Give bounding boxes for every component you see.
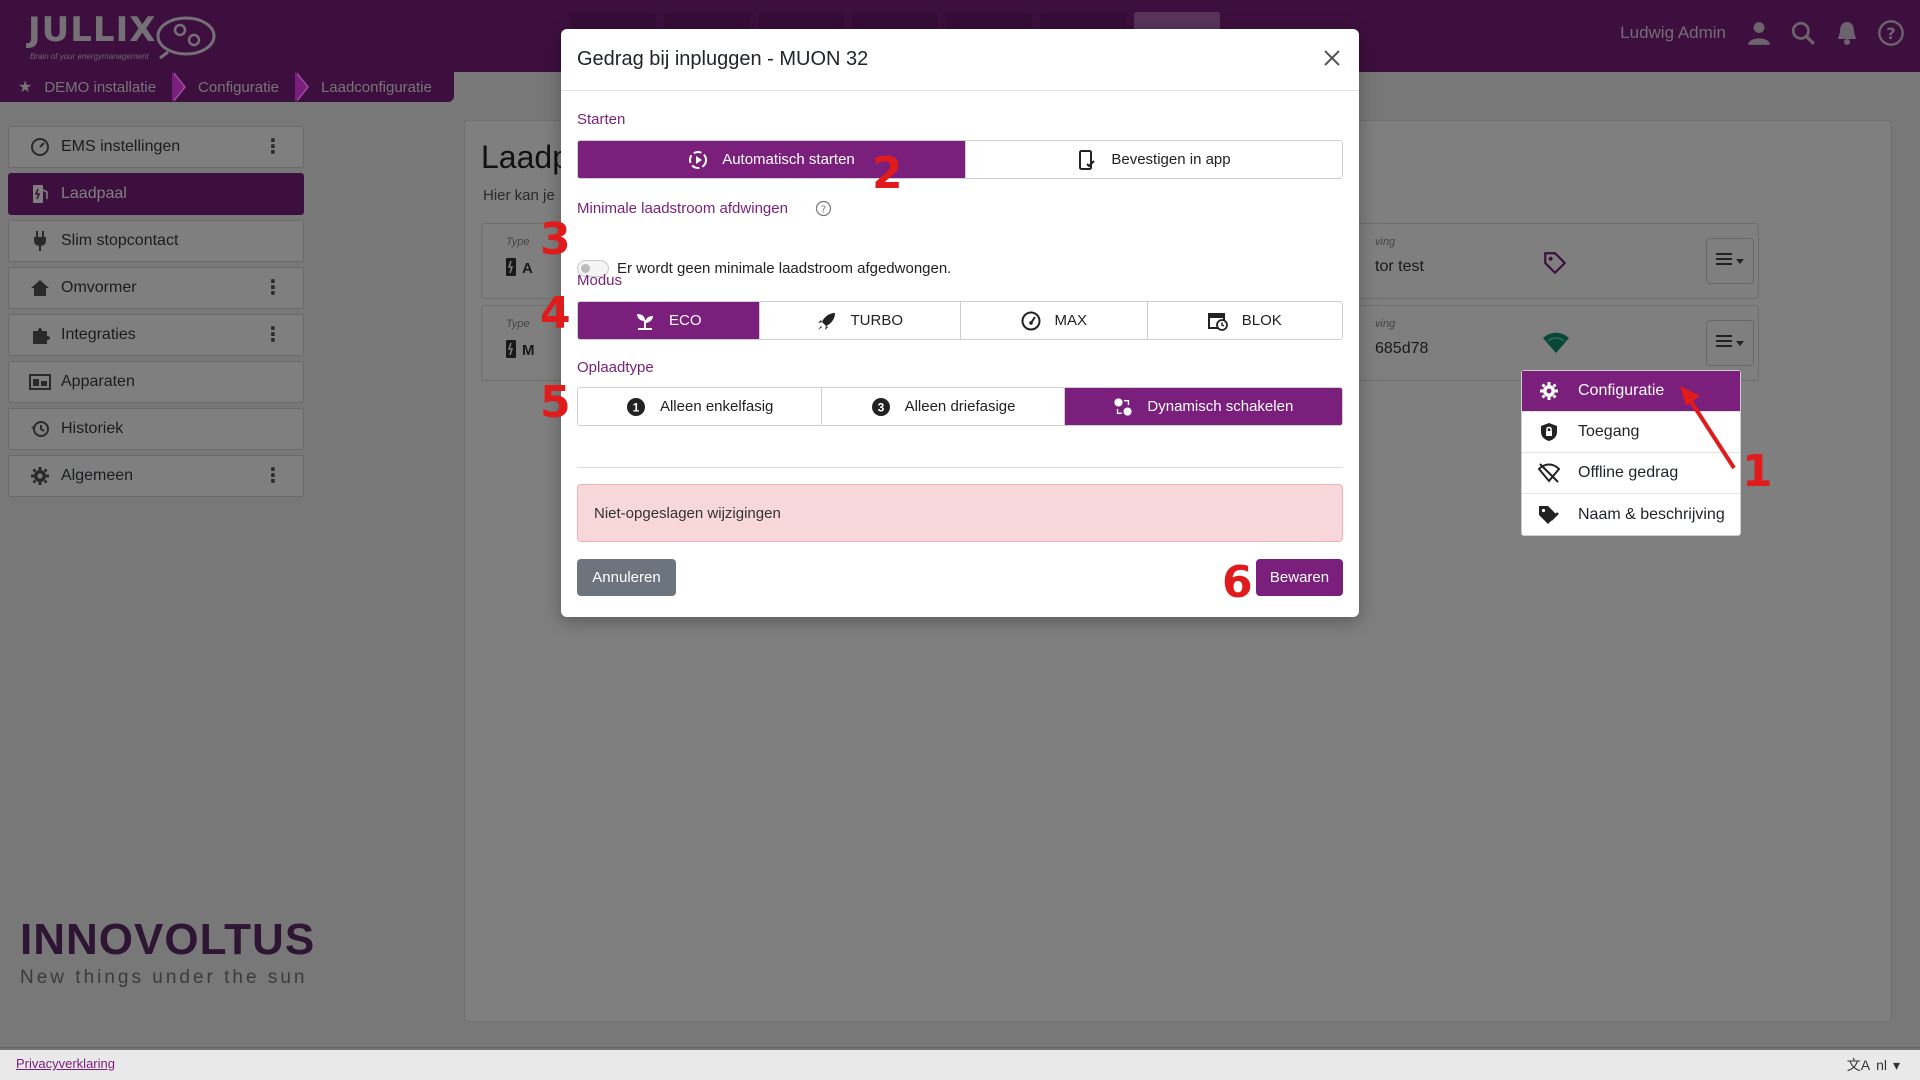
option-label: Automatisch starten <box>722 151 855 168</box>
number-1-badge-icon: 1 <box>626 397 646 417</box>
section-label-starten: Starten <box>577 111 626 128</box>
option-turbo[interactable]: TURBO <box>759 302 961 339</box>
help-icon[interactable]: ? <box>815 200 832 217</box>
option-label: Alleen enkelfasig <box>659 398 774 415</box>
option-eco[interactable]: ECO <box>578 302 760 339</box>
language-selector[interactable]: 文A nl ▾ <box>1847 1055 1900 1075</box>
gear-icon <box>1538 380 1560 402</box>
translate-icon: 文A <box>1846 1057 1871 1073</box>
badge-number: 1 <box>633 400 640 414</box>
option-label: BLOK <box>1241 312 1282 329</box>
menu-item-label: Toegang <box>1578 423 1640 440</box>
annotation-number: 2 <box>872 148 903 199</box>
section-label-min-current: Minimale laadstroom afdwingen <box>577 200 788 217</box>
annotation-number: 3 <box>540 214 571 265</box>
option-label: MAX <box>1054 312 1088 329</box>
speedometer-icon <box>1021 311 1041 331</box>
page-footer: Privacyverklaring 文A nl ▾ <box>0 1047 1920 1080</box>
option-label: TURBO <box>850 312 904 329</box>
start-mode-toggle: Automatisch starten Bevestigen in app <box>577 140 1343 179</box>
close-icon[interactable] <box>1319 45 1345 71</box>
annotation-number: 5 <box>540 377 571 428</box>
svg-text:?: ? <box>821 205 826 216</box>
option-label: Dynamisch schakelen <box>1147 398 1294 415</box>
menu-item-label: Configuratie <box>1578 382 1665 399</box>
option-max[interactable]: MAX <box>961 302 1148 339</box>
option-label: ECO <box>669 312 702 329</box>
option-label: Bevestigen in app <box>1111 151 1231 168</box>
option-enkelfasig[interactable]: 1 Alleen enkelfasig <box>578 388 823 425</box>
charging-type-toggle: 1 Alleen enkelfasig 3 Alleen driefasige … <box>577 387 1343 426</box>
calendar-clock-icon <box>1207 311 1228 331</box>
menu-item-label: Offline gedrag <box>1578 464 1679 481</box>
annotation-number: 4 <box>540 288 571 339</box>
annotation-number: 6 <box>1222 557 1253 608</box>
option-bevestigen-in-app[interactable]: Bevestigen in app <box>965 141 1342 178</box>
rocket-icon <box>817 311 837 331</box>
cancel-button[interactable]: Annuleren <box>577 559 676 596</box>
unsaved-changes-alert: Niet-opgeslagen wijzigingen <box>577 484 1343 542</box>
modal-title: Gedrag bij inpluggen - MUON 32 <box>577 48 869 70</box>
min-current-status: Er wordt geen minimale laadstroom afgedw… <box>617 260 952 277</box>
auto-start-icon <box>688 150 708 170</box>
phone-check-icon <box>1077 149 1097 170</box>
menu-item-label: Naam & beschrijving <box>1578 505 1725 523</box>
annotation-arrow-icon <box>1680 386 1736 470</box>
annotation-number: 1 <box>1742 446 1773 497</box>
option-label: Alleen driefasige <box>904 398 1016 415</box>
wifi-off-icon <box>1538 462 1560 484</box>
phase-switch-icon <box>1113 397 1133 417</box>
option-blok[interactable]: BLOK <box>1147 302 1342 339</box>
modal-header: Gedrag bij inpluggen - MUON 32 <box>561 29 1359 91</box>
option-dynamisch-schakelen[interactable]: Dynamisch schakelen <box>1064 388 1342 425</box>
seedling-icon <box>635 311 655 331</box>
option-automatisch-starten[interactable]: Automatisch starten <box>578 141 966 178</box>
menu-item-naam-beschrijving[interactable]: Naam & beschrijving <box>1522 494 1740 535</box>
caret-down-icon: ▾ <box>1892 1056 1900 1073</box>
language-code: nl <box>1876 1057 1887 1073</box>
option-driefasige[interactable]: 3 Alleen driefasige <box>822 388 1065 425</box>
tag-edit-icon <box>1538 504 1560 526</box>
section-label-modus: Modus <box>577 272 623 289</box>
section-label-oplaadtype: Oplaadtype <box>577 359 654 376</box>
plug-in-behavior-modal: Gedrag bij inpluggen - MUON 32 Starten A… <box>561 29 1359 617</box>
number-3-badge-icon: 3 <box>871 397 891 417</box>
alert-text: Niet-opgeslagen wijzigingen <box>594 504 781 522</box>
modal-divider <box>577 467 1343 468</box>
mode-toggle: ECO TURBO MAX BLOK <box>577 301 1343 340</box>
save-button[interactable]: Bewaren <box>1256 559 1343 596</box>
badge-number: 3 <box>877 400 884 414</box>
privacy-link[interactable]: Privacyverklaring <box>16 1056 115 1071</box>
lock-icon <box>1538 421 1560 443</box>
